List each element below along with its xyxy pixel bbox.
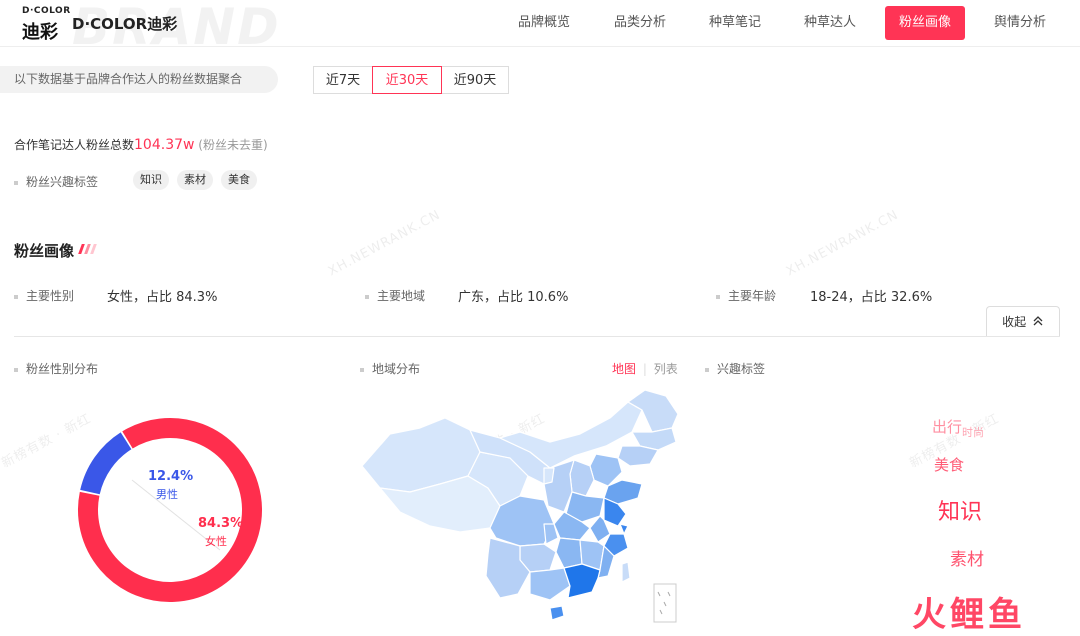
cloud-word: 时尚	[962, 426, 984, 439]
bullet-icon	[14, 180, 18, 185]
summary-region-label-text: 主要地域	[377, 289, 426, 303]
bullet-icon	[14, 367, 18, 372]
female-label: 女性	[205, 534, 227, 548]
gender-distribution-label-text: 粉丝性别分布	[26, 362, 99, 376]
list-toggle[interactable]: 列表	[654, 362, 678, 376]
fan-total-note: (粉丝未去重)	[198, 138, 268, 152]
bullet-icon	[365, 294, 369, 299]
divider	[14, 336, 1060, 337]
province-hebei[interactable]	[589, 453, 623, 487]
cloud-word: 知识	[938, 500, 983, 525]
summary-gender-label-text: 主要性别	[26, 289, 75, 303]
summary-age-value: 18-24，占比 32.6%	[810, 290, 933, 305]
interest-tags-label: 粉丝兴趣标签	[14, 173, 98, 190]
interest-tag: 素材	[177, 170, 213, 190]
province-ningxia[interactable]	[543, 467, 555, 485]
corner-logo: 火鲤鱼	[912, 595, 1026, 635]
summary-age-label-text: 主要年龄	[728, 289, 777, 303]
region-distribution-label: 地域分布	[360, 360, 420, 377]
interest-tags-section-label-text: 兴趣标签	[717, 362, 766, 376]
interest-tags-label-text: 粉丝兴趣标签	[26, 175, 99, 189]
region-distribution-label-text: 地域分布	[372, 362, 421, 376]
range-90-days-button[interactable]: 近90天	[441, 66, 509, 94]
brand-logo: D·COLOR 迪彩	[22, 6, 70, 43]
interest-tags-section-label: 兴趣标签	[705, 360, 765, 377]
summary-region-value: 广东，占比 10.6%	[458, 290, 569, 305]
province-taiwan[interactable]	[621, 561, 631, 583]
cloud-word: 出行	[932, 418, 963, 436]
summary-age-label: 主要年龄	[716, 287, 776, 304]
cloud-word: 素材	[950, 550, 984, 570]
nav-fan-portrait[interactable]: 粉丝画像	[885, 6, 965, 40]
top-header: BRAND D·COLOR 迪彩 D·COLOR迪彩 品牌概览 品类分析 种草笔…	[0, 0, 1080, 56]
donut-segment-male[interactable]	[80, 432, 132, 495]
female-percent: 84.3%	[198, 516, 243, 531]
nav-seeding-influencers[interactable]: 种草达人	[792, 6, 868, 40]
cloud-word: 美食	[934, 456, 965, 474]
interest-tag: 知识	[133, 170, 169, 190]
bullet-icon	[14, 294, 18, 299]
range-7-days-button[interactable]: 近7天	[313, 66, 373, 94]
fan-total-label: 合作笔记达人粉丝总数	[14, 138, 135, 152]
summary-gender-value: 女性，占比 84.3%	[107, 290, 218, 305]
nav-sentiment-analysis[interactable]: 舆情分析	[982, 6, 1058, 40]
section-title: 粉丝画像	[14, 242, 75, 260]
range-30-days-button[interactable]: 近30天	[372, 66, 442, 94]
title-decoration	[90, 244, 97, 254]
bullet-icon	[716, 294, 720, 299]
summary-region-label: 主要地域	[365, 287, 425, 304]
bullet-icon	[705, 367, 709, 372]
province-hunan[interactable]	[555, 537, 583, 569]
logo-text-cn: 迪彩	[22, 22, 58, 43]
map-toggle[interactable]: 地图	[612, 362, 636, 376]
fan-total: 合作笔记达人粉丝总数104.37w (粉丝未去重)	[14, 136, 268, 153]
summary-gender-label: 主要性别	[14, 287, 74, 304]
map-list-toggle: 地图 | 列表	[612, 362, 678, 376]
watermark: XH.NEWRANK.CN	[783, 207, 902, 280]
collapse-button-label: 收起	[1002, 315, 1027, 329]
interest-tag: 美食	[221, 170, 257, 190]
male-label: 男性	[156, 487, 178, 501]
data-source-info: 以下数据基于品牌合作达人的粉丝数据聚合	[0, 66, 278, 93]
province-hainan[interactable]	[549, 605, 565, 621]
bullet-icon	[360, 367, 364, 372]
chevron-up-icon	[1033, 316, 1043, 326]
fan-total-value: 104.37w	[134, 137, 195, 153]
gender-donut-chart: 12.4% 男性 84.3% 女性	[78, 418, 262, 602]
province-guangdong[interactable]	[563, 563, 601, 599]
watermark: XH.NEWRANK.CN	[325, 207, 444, 280]
nav-category-analysis[interactable]: 品类分析	[602, 6, 678, 40]
male-percent: 12.4%	[148, 469, 193, 484]
nav-brand-overview[interactable]: 品牌概览	[506, 6, 582, 40]
china-region-map	[361, 389, 679, 623]
logo-text-en: D·COLOR	[22, 6, 71, 16]
nav-seeding-notes[interactable]: 种草笔记	[697, 6, 773, 40]
gender-distribution-label: 粉丝性别分布	[14, 360, 98, 377]
province-shanghai[interactable]	[619, 523, 629, 535]
collapse-button[interactable]: 收起	[986, 306, 1060, 336]
province-liaoning[interactable]	[617, 445, 659, 467]
province-guangxi[interactable]	[529, 567, 571, 601]
brand-name: D·COLOR迪彩	[72, 15, 178, 33]
